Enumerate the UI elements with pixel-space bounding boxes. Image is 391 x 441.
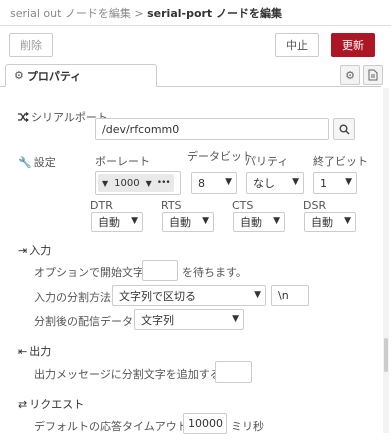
scrollbar-thumb[interactable] — [384, 338, 388, 372]
input-section-header: ⇥ 入力 — [18, 242, 51, 258]
delete-button[interactable]: 削除 — [9, 33, 53, 57]
sign-out-icon: ⇤ — [18, 345, 28, 358]
request-section-header: ⇄ リクエスト — [18, 396, 84, 412]
tab-properties[interactable]: ⚙ プロパティ — [5, 64, 157, 87]
timeout-input[interactable]: 10000 — [183, 413, 227, 434]
rts-value: 自動 — [169, 216, 191, 229]
parity-select[interactable]: なし ▼ — [246, 172, 304, 194]
baud-rate-label: ボーレート — [95, 155, 150, 168]
settings-label-text: 設定 — [33, 156, 56, 169]
split-method-value: 文字列で区切る — [119, 289, 196, 303]
search-icon — [339, 124, 350, 135]
data-bits-value: 8 — [198, 176, 205, 190]
cts-label: CTS — [232, 199, 254, 212]
dsr-label: DSR — [303, 199, 327, 212]
chevron-down-icon: ▼ — [225, 177, 232, 187]
sign-in-icon: ⇥ — [18, 244, 28, 257]
document-icon — [368, 69, 378, 81]
serial-port-input[interactable]: /dev/rfcomm0 — [95, 118, 329, 140]
timeout-unit: ミリ秒 — [231, 420, 264, 433]
split-method-label: 入力の分割方法 — [34, 291, 111, 304]
input-section-label: 入力 — [29, 244, 52, 257]
output-section-header: ⇤ 出力 — [18, 343, 51, 359]
shuffle-icon — [18, 112, 29, 122]
chevron-down-icon: ▼ — [254, 290, 261, 300]
request-section-label: リクエスト — [29, 398, 85, 411]
chevron-down-icon: ▼ — [344, 216, 351, 226]
output-section-label: 出力 — [29, 345, 52, 358]
node-settings-button[interactable]: ⚙ — [340, 65, 360, 85]
add-char-input[interactable] — [215, 361, 252, 383]
parity-label: パリティ — [245, 155, 289, 168]
chevron-down-icon: ▼ — [202, 216, 209, 226]
cancel-button[interactable]: 中止 — [275, 33, 319, 57]
data-bits-select[interactable]: 8 ▼ — [191, 172, 237, 194]
chevron-down-icon: ▼ — [232, 314, 239, 324]
chevron-down-icon: ▼ — [292, 177, 299, 187]
baud-rate-field[interactable]: ▼ 1000 ▼ ••• — [95, 171, 181, 195]
caret-down-icon: ▼ — [145, 178, 152, 188]
chevron-down-icon: ▼ — [345, 177, 352, 187]
gear-icon: ⚙ — [14, 69, 24, 82]
tab-properties-label: プロパティ — [26, 69, 82, 83]
rts-select[interactable]: 自動 ▼ — [162, 212, 214, 232]
dtr-label: DTR — [90, 199, 113, 212]
node-description-button[interactable] — [363, 65, 383, 85]
search-port-button[interactable] — [333, 118, 355, 140]
parity-value: なし — [253, 177, 275, 190]
data-bits-label: データビット — [187, 150, 253, 163]
chevron-down-icon: ▼ — [131, 216, 138, 226]
dtr-value: 自動 — [98, 216, 120, 229]
split-method-select[interactable]: 文字列で区切る ▼ — [112, 285, 266, 306]
caret-down-icon: ▼ — [102, 178, 109, 188]
stop-bits-select[interactable]: 1 ▼ — [313, 172, 357, 194]
wrench-icon: 🔧 — [18, 156, 32, 169]
baud-rate-value: 1000 — [114, 177, 140, 189]
dsr-value: 自動 — [311, 216, 333, 229]
deliver-label: 分割後の配信データ — [34, 315, 133, 328]
chevron-down-icon: ▼ — [273, 216, 280, 226]
scrollbar-track[interactable] — [383, 88, 389, 433]
settings-label: 🔧 設定 — [18, 154, 56, 170]
cts-select[interactable]: 自動 ▼ — [233, 212, 285, 232]
deliver-select[interactable]: 文字列 ▼ — [134, 309, 244, 330]
stop-bits-label: 終了ビット — [313, 155, 368, 168]
timeout-label: デフォルトの応答タイムアウト — [34, 420, 188, 433]
dsr-select[interactable]: 自動 ▼ — [304, 212, 356, 232]
exchange-icon: ⇄ — [18, 398, 28, 411]
start-char-prefix: オプションで開始文字 — [34, 266, 144, 279]
rts-label: RTS — [161, 199, 182, 212]
baud-rate-combo[interactable]: ▼ 1000 ▼ ••• — [98, 174, 174, 192]
split-char-input[interactable]: \n — [271, 285, 309, 306]
deliver-value: 文字列 — [141, 313, 174, 327]
start-char-input[interactable] — [142, 260, 178, 281]
update-button[interactable]: 更新 — [331, 33, 375, 57]
breadcrumb-separator: > — [134, 7, 144, 20]
breadcrumb-current: serial-port ノードを編集 — [147, 7, 283, 20]
more-options-icon[interactable]: ••• — [157, 178, 171, 188]
gear-icon: ⚙ — [345, 68, 355, 82]
breadcrumb: serial out ノードを編集 > serial-port ノードを編集 — [10, 5, 282, 21]
breadcrumb-parent[interactable]: serial out ノードを編集 — [10, 7, 131, 20]
dtr-select[interactable]: 自動 ▼ — [91, 212, 143, 232]
add-char-label: 出力メッセージに分割文字を追加する — [34, 368, 221, 381]
start-char-suffix: を待ちます。 — [182, 266, 247, 279]
header-divider — [0, 25, 391, 26]
cts-value: 自動 — [240, 216, 262, 229]
stop-bits-value: 1 — [320, 176, 327, 190]
